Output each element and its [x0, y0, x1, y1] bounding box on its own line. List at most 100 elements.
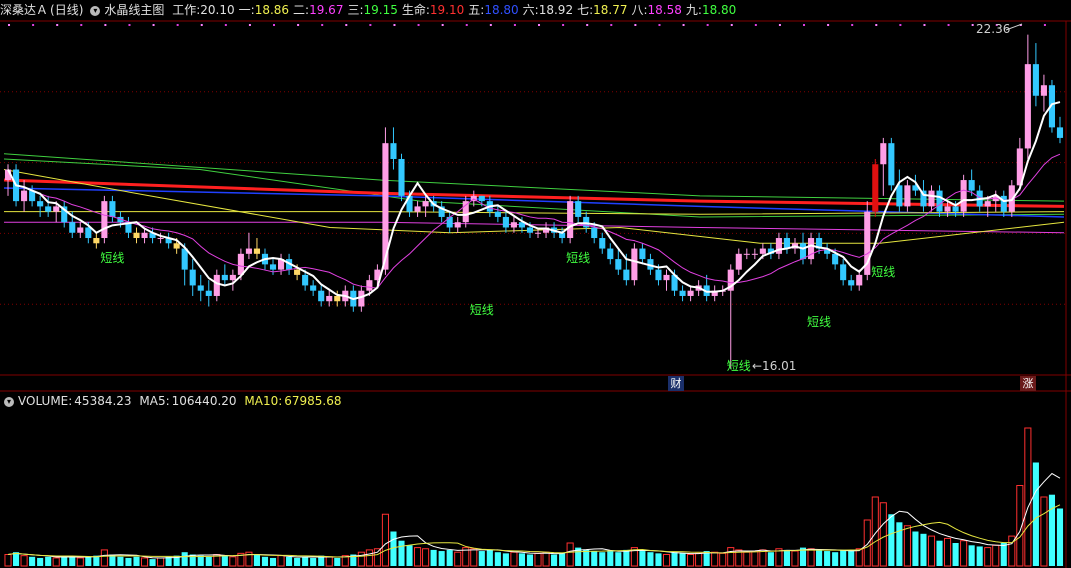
top-marker-dot: [128, 24, 131, 26]
candle-body: [1032, 64, 1039, 96]
candle-body: [840, 264, 847, 281]
volume-bar: [454, 551, 462, 567]
top-marker-dot: [899, 24, 902, 26]
volume-bar: [52, 557, 60, 567]
candle-body: [173, 243, 180, 249]
rise-marker[interactable]: 涨: [1020, 376, 1036, 391]
indicator-label-2: 二:: [293, 3, 310, 17]
volume-bar: [45, 556, 52, 566]
volume-menu-icon[interactable]: ▾: [4, 396, 14, 407]
top-marker-dot: [321, 24, 324, 26]
volume-bar: [422, 548, 430, 567]
volume-bar: [888, 514, 895, 566]
top-marker-dot: [971, 24, 974, 26]
volume-bar: [37, 557, 44, 566]
volume-bar: [269, 557, 277, 566]
ma10-label: MA10:: [244, 394, 283, 408]
candle-body: [615, 259, 622, 270]
top-marker-dot: [730, 24, 733, 26]
candle-body: [93, 238, 100, 244]
top-marker-dot: [224, 24, 227, 26]
volume-bar: [205, 556, 212, 566]
volume-bar: [494, 552, 501, 566]
volume-bar: [816, 549, 823, 566]
volume-bar: [1040, 496, 1048, 567]
ma5-label: MA5:: [139, 394, 170, 408]
volume-bar: [743, 551, 751, 567]
volume-bar: [639, 551, 646, 566]
top-marker-dot: [152, 24, 155, 26]
candle-body: [567, 201, 574, 239]
candle-body: [101, 201, 108, 239]
candle-body: [1056, 127, 1064, 138]
volume-bar: [840, 549, 847, 566]
candle-body: [294, 269, 301, 275]
volume-bar: [414, 547, 422, 567]
volume-bar: [599, 552, 606, 566]
indicator-label-1: 一:: [238, 3, 255, 17]
top-marker-dot: [658, 24, 661, 26]
candle-body: [181, 248, 188, 270]
volume-bar: [334, 557, 341, 566]
stock-chart-window: 短线 短线 短线 短线 短线 短线 22.36 ←16.01 深桑达Ａ (日线) ▾ 水晶线主图 工…: [0, 0, 1071, 568]
indicator-label-0: 工作:: [172, 3, 201, 17]
volume-bar: [20, 555, 28, 567]
volume-bar: [406, 545, 413, 566]
volume-bar: [559, 553, 566, 566]
indicator-value-2: 19.67: [309, 3, 344, 17]
stock-title[interactable]: 深桑达Ａ: [0, 3, 48, 17]
volume-bar: [912, 531, 919, 566]
candle-body: [880, 143, 887, 165]
volume-bar: [518, 553, 526, 566]
volume-bar: [294, 557, 301, 566]
candle-body: [1024, 64, 1031, 149]
indicator-label-5: 五:: [468, 3, 485, 17]
volume-bar: [623, 549, 630, 566]
candle-body: [607, 248, 614, 260]
volume-bar: [302, 556, 309, 566]
top-marker-dot: [176, 24, 179, 26]
volume-bar: [381, 513, 389, 567]
candle-body: [510, 222, 517, 228]
candle-body: [157, 238, 164, 240]
indicator-label-7: 七:: [577, 3, 594, 17]
candle-body: [302, 274, 309, 286]
candle-body: [422, 201, 429, 207]
candle-body: [454, 222, 461, 228]
candle-body: [799, 243, 807, 260]
indicator-name[interactable]: 水晶线主图: [104, 3, 164, 17]
candle-body: [109, 201, 116, 217]
volume-bar: [430, 549, 437, 566]
volume-bar: [607, 551, 614, 566]
volume-bar: [655, 553, 662, 566]
volume-header: ▾ VOLUME: 45384.23 MA5: 106440.20 MA10: 6798…: [0, 391, 1071, 411]
candle-body: [832, 253, 839, 265]
indicator-label-6: 六:: [522, 3, 539, 17]
candle-body: [599, 238, 606, 249]
volume-bar: [976, 546, 983, 566]
volume-bar: [992, 544, 1000, 567]
candle-body: [318, 290, 325, 302]
fin-marker[interactable]: 财: [668, 376, 684, 391]
top-marker-dot: [706, 24, 709, 26]
volume-bar: [117, 556, 124, 566]
short-line-label: 短线: [470, 303, 494, 317]
volume-bar: [903, 525, 911, 567]
volume-bar: [100, 549, 108, 567]
volume-bar: [486, 549, 493, 566]
indicator-label-4: 生命:: [401, 3, 430, 17]
candle-body: [663, 274, 670, 281]
candle-body: [189, 269, 196, 286]
candle-body: [904, 185, 911, 207]
short-line-label: 短线: [727, 359, 751, 373]
candle-body: [872, 164, 879, 212]
volume-bar: [952, 543, 959, 566]
ma-line-medium: [7, 153, 1061, 289]
top-marker-dot: [80, 24, 83, 26]
indicator-menu-icon[interactable]: ▾: [90, 5, 101, 16]
indicator-label-9: 九:: [685, 3, 702, 17]
candle-body: [735, 253, 742, 270]
volume-bar: [221, 555, 228, 566]
candle-body: [984, 201, 991, 207]
volume-bar: [510, 551, 518, 567]
